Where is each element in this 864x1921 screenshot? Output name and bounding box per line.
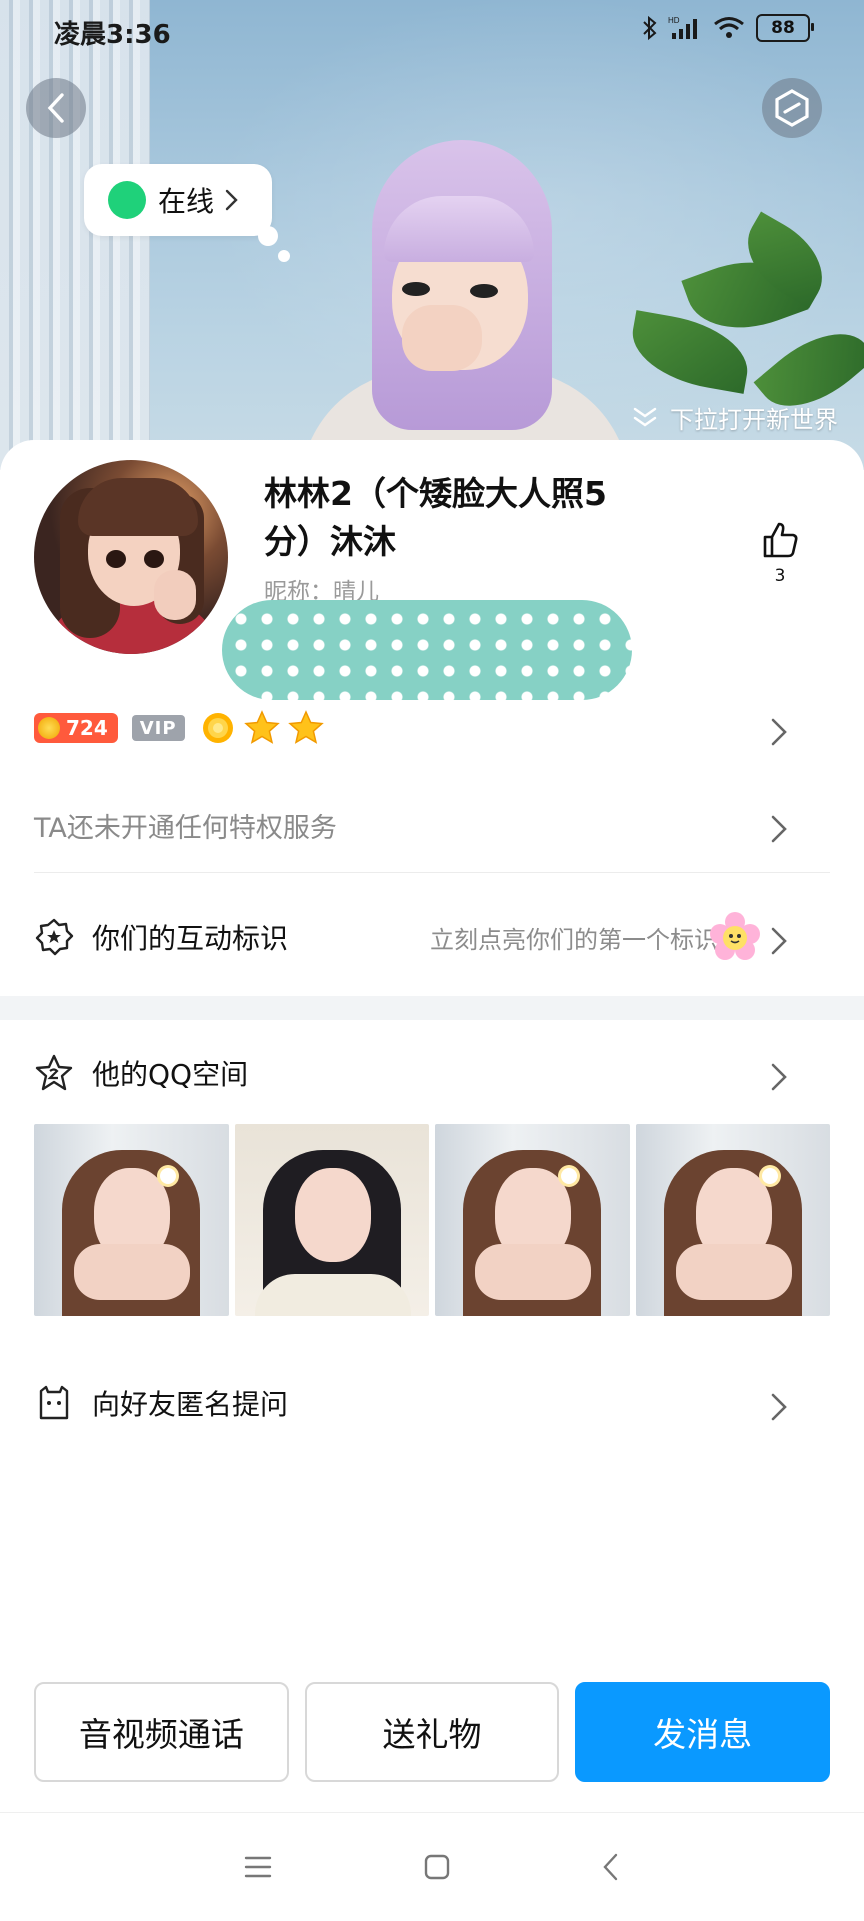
send-message-button[interactable]: 发消息 bbox=[575, 1682, 831, 1782]
chevron-right-icon bbox=[768, 814, 790, 843]
interaction-mark-row[interactable]: 你们的互动标识 立刻点亮你们的第一个标识 bbox=[34, 912, 830, 962]
video-call-button[interactable]: 音视频通话 bbox=[34, 1682, 289, 1782]
hexagon-settings-icon bbox=[775, 89, 809, 127]
privilege-text: TA还未开通任何特权服务 bbox=[34, 812, 337, 844]
star-level-icon bbox=[243, 710, 280, 744]
system-nav-bar bbox=[0, 1812, 864, 1921]
question-box-icon bbox=[39, 1385, 69, 1420]
double-chevron-down-icon bbox=[633, 407, 657, 426]
settings-hexagon-button[interactable] bbox=[762, 78, 822, 138]
home-square-icon[interactable] bbox=[423, 1853, 451, 1881]
sun-level-icon bbox=[202, 713, 233, 743]
send-gift-button[interactable]: 送礼物 bbox=[304, 1682, 560, 1782]
chevron-right-icon bbox=[225, 189, 238, 211]
coin-icon bbox=[38, 717, 60, 739]
avatar-3d-hand bbox=[402, 305, 482, 371]
qzone-row[interactable]: 他的QQ空间 bbox=[34, 1048, 830, 1098]
status-bar: 凌晨3:36 HD 88 bbox=[0, 0, 864, 62]
section-separator bbox=[0, 996, 864, 1020]
thumbs-up-icon bbox=[763, 522, 798, 558]
gear-star-icon bbox=[35, 918, 74, 956]
like-count: 3 bbox=[774, 566, 786, 586]
interaction-hint: 立刻点亮你们的第一个标识 bbox=[430, 925, 718, 954]
anonymous-question-row[interactable]: 向好友匿名提问 bbox=[34, 1378, 830, 1428]
qzone-photo-strip bbox=[34, 1124, 830, 1316]
battery-indicator: 88 bbox=[756, 14, 814, 42]
level-badge: 724 bbox=[34, 713, 118, 743]
wifi-icon bbox=[714, 17, 744, 38]
qzone-photo[interactable] bbox=[435, 1124, 630, 1316]
profile-name: 林林2（个矮脸大人照5 分）沐沐 bbox=[264, 474, 607, 561]
qzone-photo[interactable] bbox=[635, 1124, 830, 1316]
qzone-photo[interactable] bbox=[234, 1124, 429, 1316]
online-status-bubble[interactable]: 在线 bbox=[84, 164, 272, 236]
badges-row[interactable]: 724 VIP bbox=[34, 708, 830, 748]
chevron-right-icon bbox=[768, 1392, 790, 1421]
chevron-left-icon bbox=[47, 93, 64, 123]
nav-back-icon[interactable] bbox=[601, 1852, 621, 1882]
chevron-right-icon bbox=[768, 717, 790, 746]
svg-text:HD: HD bbox=[668, 16, 680, 25]
qzone-star-icon bbox=[35, 1054, 73, 1091]
pull-down-hint: 下拉打开新世界 bbox=[632, 400, 838, 435]
avatar[interactable] bbox=[34, 460, 228, 654]
bluetooth-icon bbox=[643, 15, 657, 41]
online-status-text: 在线 bbox=[158, 185, 215, 218]
hero-banner[interactable]: 在线 下拉打开新世界 bbox=[0, 0, 864, 470]
signal-icon: HD bbox=[668, 16, 697, 39]
like-button[interactable]: 3 bbox=[756, 520, 804, 586]
flower-mascot-icon bbox=[710, 912, 760, 960]
back-button[interactable] bbox=[26, 78, 86, 138]
status-time: 凌晨3:36 bbox=[54, 20, 171, 50]
action-bar: 音视频通话 送礼物 发消息 bbox=[34, 1682, 831, 1782]
privacy-mosaic bbox=[222, 600, 632, 700]
chevron-right-icon bbox=[768, 926, 790, 955]
menu-icon[interactable] bbox=[243, 1854, 273, 1880]
star-level-icon bbox=[287, 710, 324, 744]
privilege-row[interactable]: TA还未开通任何特权服务 bbox=[34, 800, 830, 850]
vip-badge: VIP bbox=[131, 715, 185, 741]
divider bbox=[34, 872, 830, 873]
qzone-photo[interactable] bbox=[34, 1124, 229, 1316]
chevron-right-icon bbox=[768, 1062, 790, 1091]
online-dot-icon bbox=[108, 181, 146, 219]
